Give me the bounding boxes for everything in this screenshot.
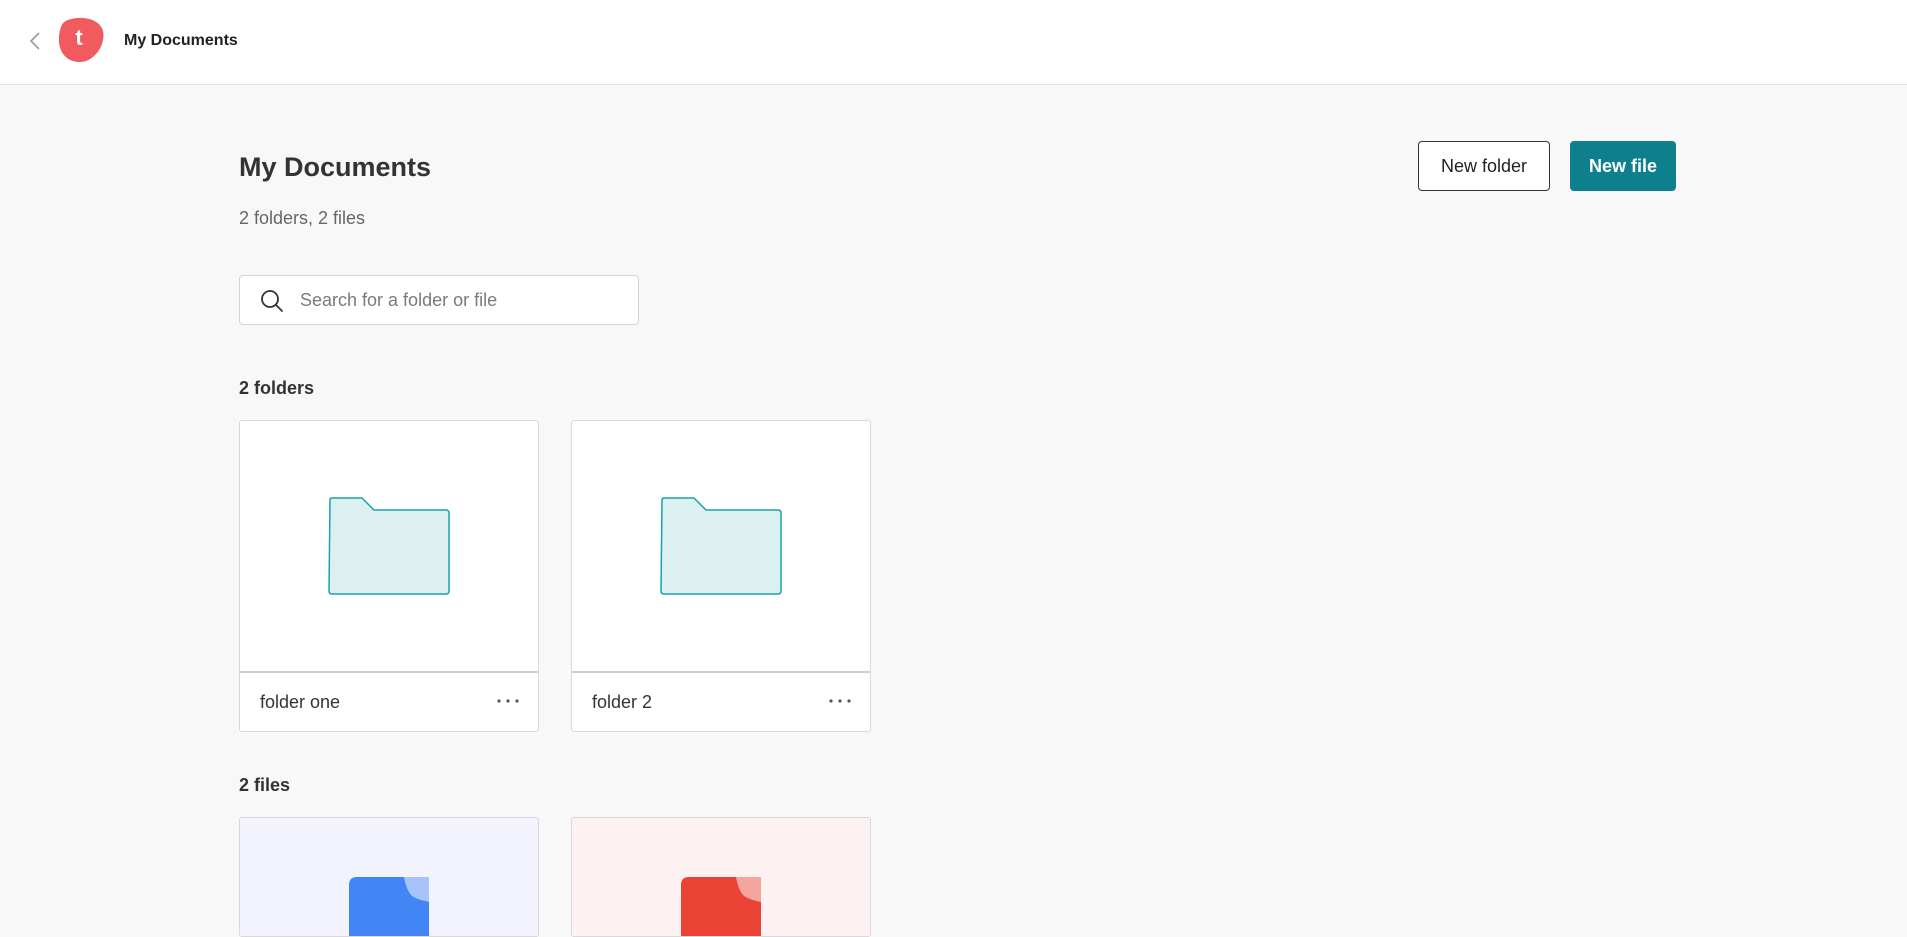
file-card[interactable] — [239, 817, 539, 937]
search-icon — [261, 290, 283, 312]
more-horizontal-icon — [829, 699, 851, 703]
more-options-button[interactable] — [826, 689, 854, 713]
app-logo[interactable]: t — [58, 17, 104, 63]
more-horizontal-icon — [497, 699, 519, 703]
search-box[interactable] — [239, 275, 639, 325]
folder-thumbnail — [572, 421, 870, 673]
file-thumbnail — [572, 818, 870, 936]
new-folder-button[interactable]: New folder — [1418, 141, 1550, 191]
items-summary: 2 folders, 2 files — [239, 208, 366, 228]
folder-card-footer: folder 2 — [572, 673, 870, 731]
presentation-file-icon — [681, 877, 761, 936]
more-options-button[interactable] — [494, 689, 522, 713]
folders-heading: 2 folders — [239, 378, 315, 398]
folder-card[interactable]: folder 2 — [571, 420, 871, 732]
folder-card-footer: folder one — [240, 673, 538, 731]
folder-thumbnail — [240, 421, 538, 673]
document-file-icon — [349, 877, 429, 936]
folder-icon — [328, 497, 450, 595]
header-title: My Documents — [124, 32, 238, 49]
folder-name: folder one — [260, 692, 341, 712]
file-card[interactable] — [571, 817, 871, 937]
main-content: My Documents 2 folders, 2 files New fold… — [239, 0, 1676, 937]
chevron-left-icon — [29, 32, 40, 50]
back-button[interactable] — [22, 28, 48, 54]
folder-card[interactable]: folder one — [239, 420, 539, 732]
new-file-button[interactable]: New file — [1570, 141, 1676, 191]
files-heading: 2 files — [239, 775, 291, 795]
search-input[interactable] — [300, 276, 630, 324]
file-thumbnail — [240, 818, 538, 936]
page-title: My Documents — [239, 152, 432, 182]
folder-icon — [660, 497, 782, 595]
svg-text:t: t — [75, 25, 83, 50]
folder-name: folder 2 — [592, 692, 653, 712]
